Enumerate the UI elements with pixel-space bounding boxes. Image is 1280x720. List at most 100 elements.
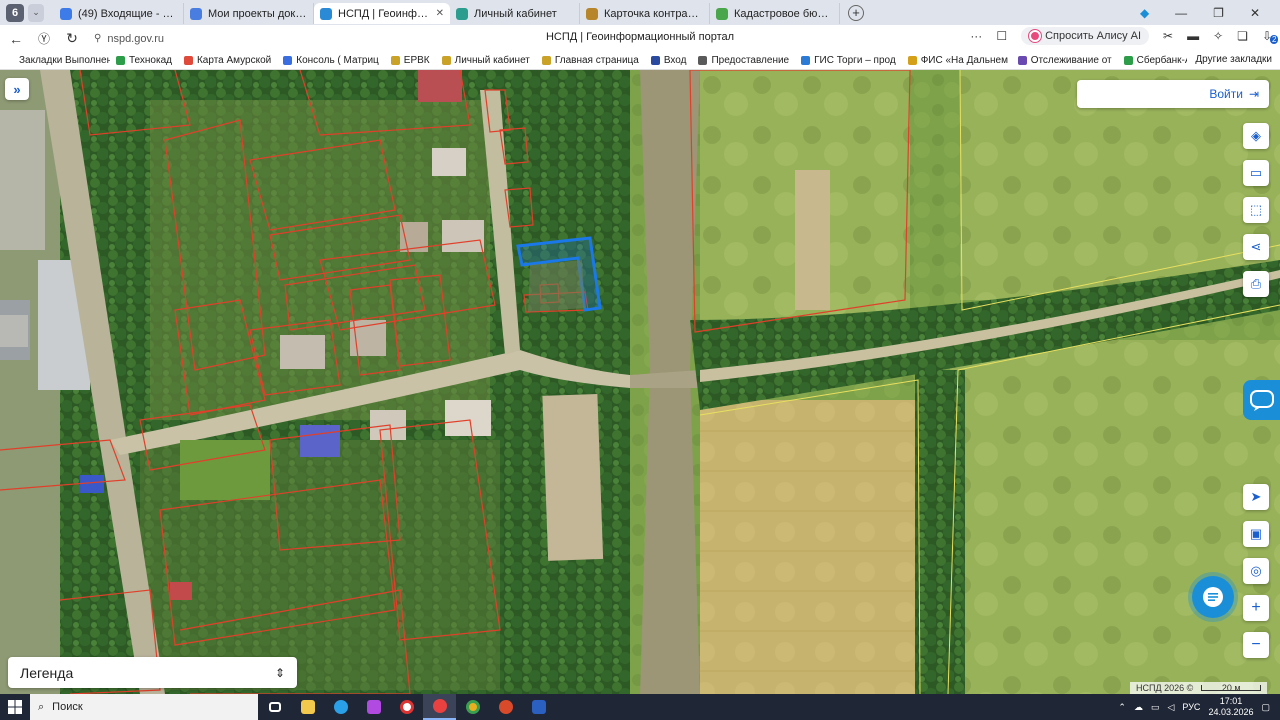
measure-button[interactable]: ▭ xyxy=(1243,160,1269,186)
close-window-button[interactable]: ✕ xyxy=(1250,6,1260,20)
taskbar-search[interactable]: ⌕ Поиск xyxy=(30,694,258,720)
bookmark-label: ЕРВК xyxy=(403,55,430,66)
bookmark-item[interactable]: Личный кабинет xyxy=(436,55,536,66)
browser-tab[interactable]: Кадастровое бюро — 2Г xyxy=(710,3,840,24)
ruler-icon: ▭ xyxy=(1249,165,1263,180)
share-button[interactable]: ⋖ xyxy=(1243,234,1269,260)
select-area-button[interactable]: ⬚ xyxy=(1243,197,1269,223)
bookmark-item[interactable]: Карта Амурской xyxy=(178,55,277,66)
bookmark-item[interactable]: ЕРВК xyxy=(385,55,436,66)
expand-panel-button[interactable]: » xyxy=(5,78,29,100)
site-info-icon[interactable]: ⚲ xyxy=(94,33,101,44)
url-field[interactable]: ⚲ nspd.gov.ru xyxy=(94,33,294,45)
bookmark-icon xyxy=(801,56,811,65)
tab-favicon-icon xyxy=(190,7,202,20)
downloads-icon[interactable]: ◆ xyxy=(1140,6,1149,20)
tray-app-icon[interactable]: ☁ xyxy=(1134,702,1143,713)
tray-chevron-icon[interactable]: ⌃ xyxy=(1118,702,1126,713)
bookmark-icon xyxy=(6,56,15,65)
bookmark-icon xyxy=(116,56,125,65)
yandex-browser-app[interactable] xyxy=(423,694,456,720)
keyboard-language[interactable]: РУС xyxy=(1182,702,1200,712)
browser-tab[interactable]: Карточка контракта xyxy=(580,3,710,24)
taskbar-clock[interactable]: 17:01 24.03.2026 xyxy=(1208,696,1253,718)
start-button[interactable] xyxy=(0,694,30,720)
minimap-button[interactable]: ▣ xyxy=(1243,521,1269,547)
bookmark-icon xyxy=(698,56,708,65)
browser-tab[interactable]: Личный кабинет xyxy=(450,3,580,24)
edge-app[interactable] xyxy=(324,694,357,720)
bookmark-item[interactable]: Предоставление xyxy=(692,55,795,66)
minimize-button[interactable]: — xyxy=(1175,6,1187,20)
task-view-button[interactable] xyxy=(258,694,291,720)
bookmark-icon xyxy=(390,56,400,65)
bookmark-item[interactable]: Закладки Выполнен xyxy=(0,55,110,66)
minimap-icon: ▣ xyxy=(1249,526,1263,541)
print-button[interactable]: ⎙ xyxy=(1243,271,1269,297)
zoom-out-button[interactable]: − xyxy=(1243,632,1269,658)
map-canvas[interactable] xyxy=(0,70,1280,694)
bookmark-label: Отслеживание от xyxy=(1030,55,1112,66)
bookmark-label: Закладки Выполнен xyxy=(19,55,110,66)
bookmark-item[interactable]: Технокад xyxy=(110,55,178,66)
share-icon: ⋖ xyxy=(1250,239,1262,254)
bookmark-icon xyxy=(650,56,660,65)
address-bar: ← Ⓨ ↻ ⚲ nspd.gov.ru НСПД | Геоинформацио… xyxy=(0,25,1280,52)
bookmark-item[interactable]: Вход xyxy=(645,55,693,66)
chat-button[interactable] xyxy=(1192,576,1234,618)
app-red[interactable] xyxy=(489,694,522,720)
extensions-icon[interactable]: ✧ xyxy=(1213,29,1223,43)
geolocation-button[interactable]: ◎ xyxy=(1243,558,1269,584)
bookmark-item[interactable]: ФИС «На Дальнем xyxy=(902,55,1012,66)
yandex-home-icon[interactable]: Ⓨ xyxy=(30,30,58,47)
zoom-in-button[interactable]: + xyxy=(1243,595,1269,621)
browser-tab[interactable]: (49) Входящие - Почта Ма xyxy=(54,3,184,24)
network-icon[interactable]: ▭ xyxy=(1151,702,1160,713)
volume-icon[interactable]: ◁ xyxy=(1167,702,1174,713)
downloads-button[interactable]: ⇩ 2 xyxy=(1262,29,1279,44)
tab-menu-chevron-icon[interactable]: ⌄ xyxy=(28,3,44,22)
app-purple[interactable] xyxy=(357,694,390,720)
bookmark-item[interactable]: Консоль ( Матриц xyxy=(277,55,385,66)
login-button[interactable]: Войти ⇥ xyxy=(1077,80,1269,108)
app-c[interactable] xyxy=(390,694,423,720)
layers-button[interactable]: ◈ xyxy=(1243,123,1269,149)
bookmark-icon[interactable]: ☐ xyxy=(996,29,1007,43)
chrome-app[interactable] xyxy=(456,694,489,720)
windows-taskbar: ⌕ Поиск ⌃ ☁ ▭ ◁ РУС 17:01 24.03.2026 ▢ xyxy=(0,694,1280,720)
bookmark-item[interactable]: Главная страница xyxy=(536,55,645,66)
bookmark-icon xyxy=(183,56,193,65)
bookmark-item[interactable]: Отслеживание от xyxy=(1012,55,1118,66)
reload-button[interactable]: ↻ xyxy=(58,30,86,47)
browser-tab[interactable]: Мои проекты документо xyxy=(184,3,314,24)
tab-count-button[interactable]: 6 xyxy=(6,3,24,22)
tools-icon[interactable]: ✂ xyxy=(1163,29,1173,43)
explorer-app[interactable] xyxy=(291,694,324,720)
downloads-badge: 2 xyxy=(1269,35,1279,44)
collections-icon[interactable]: ❏ xyxy=(1237,29,1248,43)
map-copyright: НСПД 2026 © xyxy=(1136,683,1194,693)
tab-favicon-icon xyxy=(586,7,598,20)
maximize-button[interactable]: ❐ xyxy=(1213,6,1224,20)
locate-button[interactable]: ➤ xyxy=(1243,484,1269,510)
word-app[interactable] xyxy=(522,694,555,720)
new-tab-button[interactable]: + xyxy=(848,4,864,21)
other-bookmarks[interactable]: Другие закладки xyxy=(1187,54,1272,65)
legend-dropdown[interactable]: Легенда ⇕ xyxy=(8,657,297,688)
browser-tab[interactable]: НСПД | Геоинформаци ✕ xyxy=(314,3,450,24)
bookmark-icon xyxy=(441,56,451,65)
bookmark-label: Консоль ( Матриц xyxy=(296,55,379,66)
tab-close-icon[interactable]: ✕ xyxy=(436,8,444,19)
expand-collapse-icon: ⇕ xyxy=(274,665,285,680)
back-button[interactable]: ← xyxy=(2,31,30,47)
feedback-tab[interactable] xyxy=(1243,380,1280,420)
bookmark-label: Карта Амурской xyxy=(196,55,272,66)
print-icon: ⎙ xyxy=(1250,276,1262,291)
bookmark-label: Предоставление xyxy=(711,55,790,66)
more-icon[interactable]: ··· xyxy=(970,29,982,43)
notifications-icon[interactable]: ▢ xyxy=(1261,702,1270,713)
bookmark-item[interactable]: ГИС Торги – прод xyxy=(795,55,902,66)
reader-icon[interactable]: ▬ xyxy=(1187,29,1199,43)
alisa-button[interactable]: Спросить Алису AI xyxy=(1021,27,1150,45)
tab-title: Карточка контракта xyxy=(604,7,703,20)
